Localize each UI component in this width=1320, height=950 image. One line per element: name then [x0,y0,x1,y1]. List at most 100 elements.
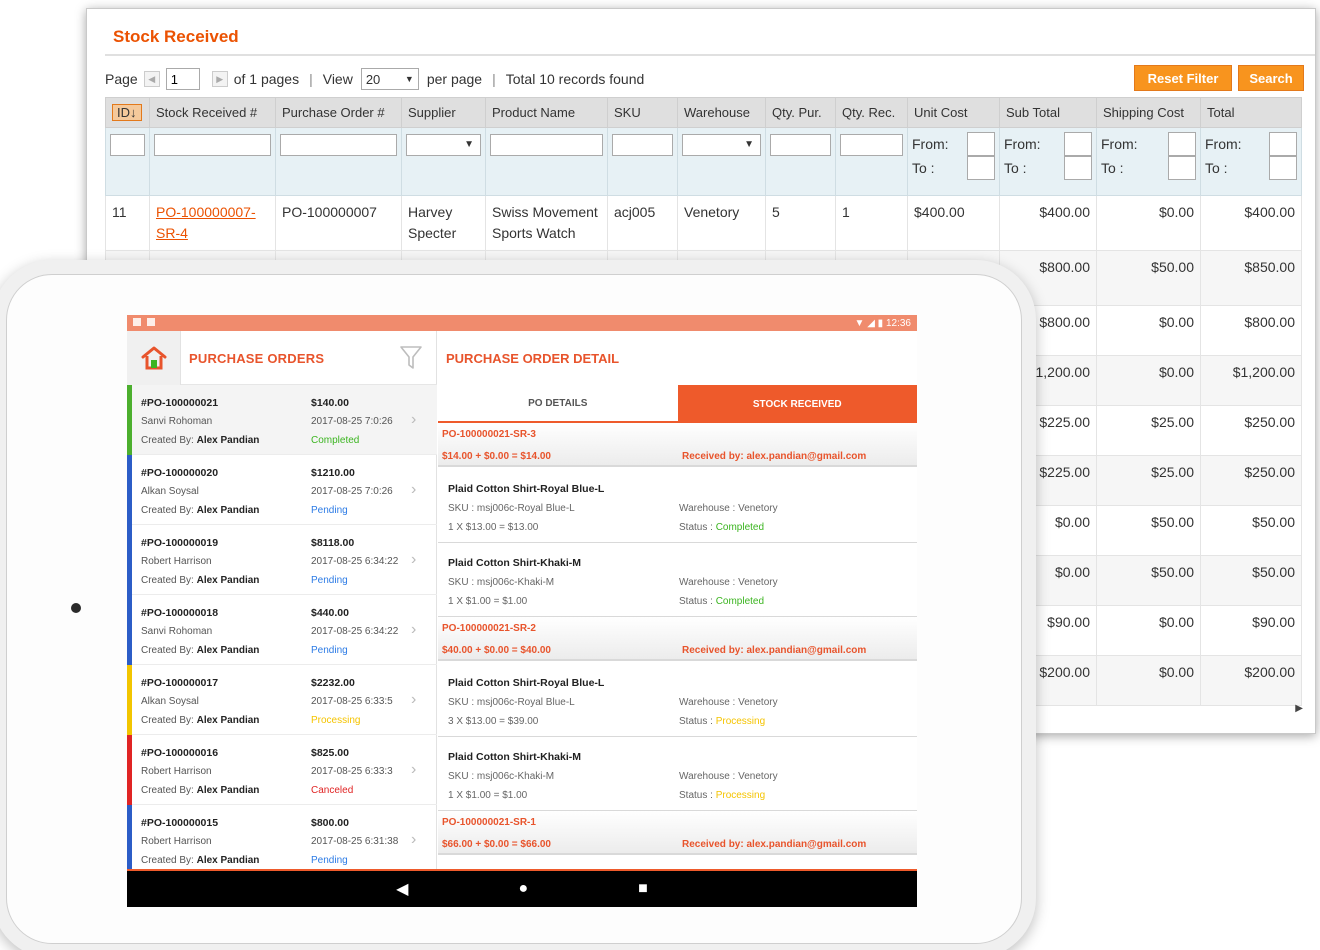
filter-icon[interactable] [399,345,423,376]
cell-shipping: $0.00 [1096,195,1201,251]
column-header-unit-cost[interactable]: Unit Cost [907,97,1000,128]
supplier-name: Robert Harrison [141,556,212,567]
order-id: #PO-100000017 [141,677,219,689]
stock-received-header: PO-100000021-SR-1 $66.00 + $0.00 = $66.00… [438,811,917,855]
list-item[interactable]: #PO-100000018 Sanvi Rohoman Created By: Al… [127,595,437,665]
order-date: 2017-08-25 6:34:22 [311,626,399,637]
horizontal-scrollbar[interactable]: ▶ [1017,703,1303,717]
list-item[interactable]: #PO-100000019 Robert Harrison Created By: … [127,525,437,595]
search-button[interactable]: Search [1238,65,1304,91]
cell-warehouse: Venetory [677,195,766,251]
cell-shipping: $0.00 [1096,305,1201,356]
cell-po: PO-100000007 [275,195,402,251]
filter-shipping-to[interactable] [1168,156,1196,180]
status-right: ▼ ◢ ▮ 12:36 [855,318,912,329]
filter-shipping-range: From: To : [1096,127,1201,196]
status-badge: Pending [311,505,348,516]
android-nav-bar: ◀ ● ■ [127,871,917,907]
scroll-right-icon[interactable]: ▶ [1295,703,1303,714]
supplier-name: Robert Harrison [141,766,212,777]
column-header-sub-total[interactable]: Sub Total [999,97,1097,128]
page-number-input[interactable] [165,68,200,90]
tab-po-details[interactable]: PO DETAILS [438,385,678,423]
detail-tabs: PO DETAILS STOCK RECEIVED [438,385,917,423]
chevron-right-icon: › [411,691,417,708]
list-item[interactable]: #PO-100000015 Robert Harrison Created By: … [127,805,437,875]
product-name: Plaid Cotton Shirt-Khaki-M [448,557,581,569]
column-header-warehouse[interactable]: Warehouse [677,97,766,128]
product-sku: SKU : msj006c-Royal Blue-L [448,503,575,514]
filter-purchase-order-input[interactable] [280,134,397,156]
recent-apps-icon[interactable]: ■ [638,880,648,898]
filter-qty-rec-input[interactable] [840,134,903,156]
filter-total-to[interactable] [1269,156,1297,180]
status-color-bar [127,805,132,875]
column-header-product-name[interactable]: Product Name [485,97,608,128]
product-sku: SKU : msj006c-Royal Blue-L [448,697,575,708]
list-item[interactable]: #PO-100000020 Alkan Soysal Created By: Ale… [127,455,437,525]
filter-stock-received-input[interactable] [154,134,271,156]
column-header-total[interactable]: Total [1200,97,1302,128]
filter-product-name-input[interactable] [490,134,603,156]
stock-received-item: Plaid Cotton Shirt-Khaki-M SKU : msj006c-… [438,737,917,812]
filter-supplier-select[interactable]: ▼ [406,134,481,156]
filter-unit-cost-to[interactable] [967,156,995,180]
filter-sku-input[interactable] [612,134,673,156]
per-page-select[interactable]: 20 ▼ [360,68,419,90]
cell-shipping: $50.00 [1096,250,1201,306]
status-color-bar [127,525,132,595]
home-icon[interactable] [127,331,181,385]
order-id: #PO-100000021 [141,397,219,409]
title-divider [105,54,1315,56]
column-header-qty-rec[interactable]: Qty. Rec. [835,97,908,128]
chevron-right-icon: › [411,831,417,848]
back-icon[interactable]: ◀ [396,879,408,899]
cell-unit-cost: $400.00 [907,195,1000,251]
column-header-shipping-cost[interactable]: Shipping Cost [1096,97,1201,128]
order-id: #PO-100000020 [141,467,219,479]
stock-received-header: PO-100000021-SR-3 $14.00 + $0.00 = $14.00… [438,423,917,467]
column-header-purchase-order[interactable]: Purchase Order # [275,97,402,128]
created-by: Created By: Alex Pandian [141,575,260,586]
order-amount: $825.00 [311,747,349,759]
status-badge: Pending [311,645,348,656]
reset-filter-button[interactable]: Reset Filter [1134,65,1232,91]
filter-qty-pur-input[interactable] [770,134,831,156]
created-by: Created By: Alex Pandian [141,715,260,726]
filter-sub-total-to[interactable] [1064,156,1092,180]
stock-received-id: PO-100000021-SR-2 [442,623,536,634]
order-date: 2017-08-25 7:0:26 [311,486,393,497]
list-item[interactable]: #PO-100000021 Sanvi Rohoman Created By: Al… [127,385,437,455]
tab-stock-received[interactable]: STOCK RECEIVED [677,385,917,423]
home-button-icon[interactable]: ● [518,880,528,898]
column-header-sku[interactable]: SKU [607,97,678,128]
cell-total: $250.00 [1200,405,1302,456]
filter-warehouse-select[interactable]: ▼ [682,134,761,156]
filter-total-from[interactable] [1269,132,1297,156]
cell-sku: acj005 [607,195,678,251]
filter-sub-total-from[interactable] [1064,132,1092,156]
cell-shipping: $50.00 [1096,555,1201,606]
column-header-id[interactable]: ID↓ [105,97,150,128]
column-header-qty-pur[interactable]: Qty. Pur. [765,97,836,128]
cell-sr[interactable]: PO-100000007-SR-4 [149,195,276,251]
column-header-supplier[interactable]: Supplier [401,97,486,128]
qty-calculation: 1 X $13.00 = $13.00 [448,522,539,533]
pager: Page ◀ ▶ of 1 pages | View 20 ▼ per page… [105,67,644,91]
grid-header-row: ID↓ Stock Received # Purchase Order # Su… [105,97,1302,128]
list-item[interactable]: #PO-100000017 Alkan Soysal Created By: Ale… [127,665,437,735]
purchase-orders-header: PURCHASE ORDERS [127,331,437,385]
list-item[interactable]: #PO-100000016 Robert Harrison Created By: … [127,735,437,805]
item-status: Status : Completed [679,596,765,607]
filter-id-input[interactable] [110,134,145,156]
filter-unit-cost-from[interactable] [967,132,995,156]
next-page-button[interactable]: ▶ [211,71,228,87]
cell-shipping: $50.00 [1096,505,1201,556]
stock-received-total: $40.00 + $0.00 = $40.00 [442,645,551,656]
filter-shipping-from[interactable] [1168,132,1196,156]
column-header-stock-received[interactable]: Stock Received # [149,97,276,128]
product-name: Plaid Cotton Shirt-Royal Blue-L [448,483,605,495]
prev-page-button[interactable]: ◀ [143,71,160,87]
filter-unit-cost-range: From: To : [907,127,1000,196]
stock-received-item: Plaid Cotton Shirt-Royal Blue-L SKU : msj… [438,663,917,738]
